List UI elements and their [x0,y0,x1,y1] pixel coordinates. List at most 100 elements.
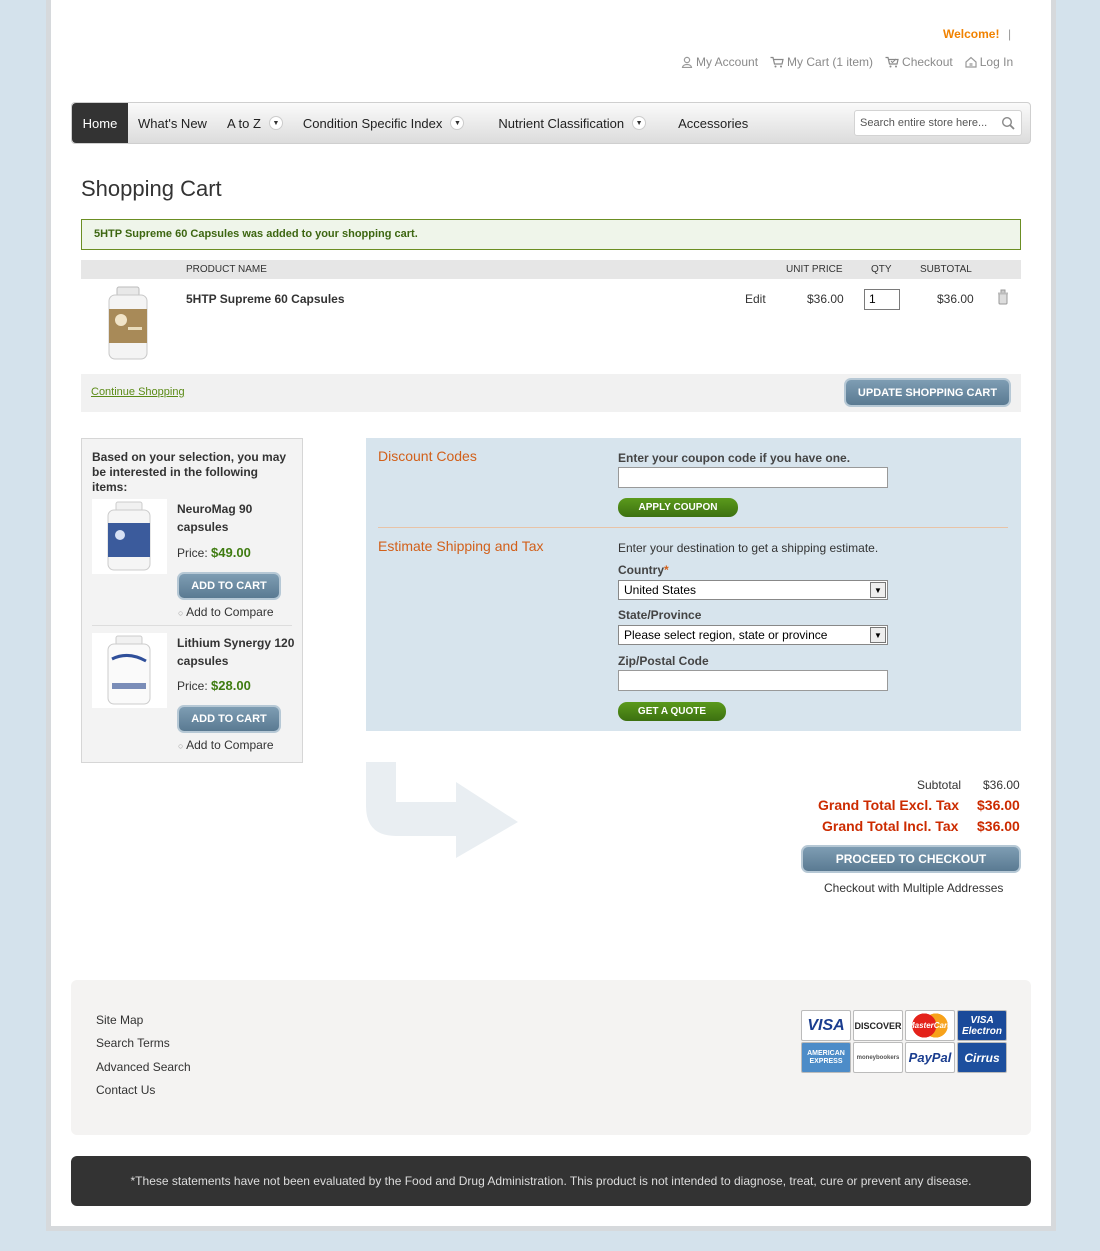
add-to-cart-button[interactable]: ADD TO CART [177,572,281,600]
visa-electron-icon: VISA Electron [957,1010,1007,1041]
region-value: Please select region, state or province [624,628,828,642]
checkout-link[interactable]: Checkout [885,55,953,69]
add-to-cart-button[interactable]: ADD TO CART [177,705,281,733]
add-to-compare-label: Add to Compare [186,738,274,752]
grand-total-incl-label: Grand Total Incl. Tax [822,818,959,834]
select-arrow-icon: ▼ [870,627,886,643]
nav-accessories[interactable]: Accessories [668,103,758,143]
footer-link-site-map[interactable]: Site Map [96,1013,143,1027]
nav-accessories-label: Accessories [678,115,749,131]
amex-icon: AMERICAN EXPRESS [801,1042,851,1073]
nav-home-label: Home [82,115,118,131]
country-select[interactable]: United States ▼ [618,580,888,600]
grand-total-incl-value: $36.00 [977,818,1020,834]
welcome-message: Welcome! [943,27,1000,41]
multiple-addresses-link[interactable]: Checkout with Multiple Addresses [824,881,1003,895]
coupon-input[interactable] [618,467,888,488]
section-divider [378,527,1008,528]
my-account-link[interactable]: My Account [681,55,758,69]
bullet-icon: ○ [178,741,184,751]
country-label-text: Country [618,563,664,577]
discount-codes-title: Discount Codes [378,448,477,464]
zip-input[interactable] [618,670,888,691]
arrow-graphic-icon [366,762,518,858]
page-container: Welcome! | My Account My Cart (1 item) C… [46,0,1056,1231]
apply-coupon-button[interactable]: APPLY COUPON [618,498,738,517]
subtotal-label: Subtotal [917,778,962,792]
search-placeholder: Search entire store here... [860,117,988,129]
cart-item-unit-price: $36.00 [807,292,844,306]
search-input[interactable]: Search entire store here... [854,110,1022,136]
crosssell-image-lithium[interactable] [92,633,167,708]
update-cart-button[interactable]: UPDATE SHOPPING CART [844,378,1011,407]
cart-icon [770,56,784,68]
paypal-icon: PayPal [905,1042,955,1073]
crosssell-price: Price: $28.00 [177,678,251,693]
login-label: Log In [979,55,1014,69]
cart-actions-bar: Continue Shopping UPDATE SHOPPING CART [81,374,1021,412]
add-to-compare-link[interactable]: ○ Add to Compare [178,605,274,619]
nav-nutrient-label: Nutrient Classification [498,115,625,131]
moneybookers-icon: moneybookers [853,1042,903,1073]
col-subtotal: SUBTOTAL [920,264,972,275]
dropdown-arrow-icon: ▼ [268,116,283,130]
shipping-intro: Enter your destination to get a shipping… [618,541,879,555]
crosssell-price: Price: $49.00 [177,545,251,560]
discount-shipping-box: Discount Codes Enter your coupon code if… [366,438,1021,731]
nav-nutrient-classification[interactable]: Nutrient Classification ▼ [488,103,656,143]
footer-link-search-terms[interactable]: Search Terms [96,1036,170,1050]
crosssell-name[interactable]: Lithium Synergy 120 capsules [177,634,295,670]
success-message: 5HTP Supreme 60 Capsules was added to yo… [81,219,1021,250]
col-product-name: PRODUCT NAME [186,264,267,275]
subtotal-value: $36.00 [983,778,1020,792]
estimate-shipping-title: Estimate Shipping and Tax [378,538,544,554]
fda-disclaimer: *These statements have not been evaluate… [71,1156,1031,1206]
my-account-label: My Account [696,55,759,69]
cart-table-header: PRODUCT NAME UNIT PRICE QTY SUBTOTAL [81,260,1021,279]
footer-link-advanced-search[interactable]: Advanced Search [96,1060,191,1074]
crosssell-image-neuromag[interactable] [92,499,167,574]
region-label: State/Province [618,608,702,622]
nav-a-to-z[interactable]: A to Z ▼ [217,103,293,143]
footer-link-contact-us[interactable]: Contact Us [96,1083,155,1097]
search-icon[interactable] [1001,116,1015,130]
country-value: United States [624,583,697,597]
nav-whats-new[interactable]: What's New [128,103,217,143]
continue-shopping-link[interactable]: Continue Shopping [91,386,185,398]
crosssell-box: Based on your selection, you may be inte… [81,438,303,763]
grand-total-excl-value: $36.00 [977,797,1020,813]
get-quote-button[interactable]: GET A QUOTE [618,702,726,721]
grand-total-excl-label: Grand Total Excl. Tax [818,797,960,813]
crosssell-name[interactable]: NeuroMag 90 capsules [177,500,295,536]
my-cart-label: My Cart (1 item) [787,55,874,69]
nav-home[interactable]: Home [72,103,128,143]
trash-icon[interactable] [995,289,1011,305]
col-qty: QTY [871,264,892,275]
region-select[interactable]: Please select region, state or province … [618,625,888,645]
cart-item-edit[interactable]: Edit [745,292,766,306]
my-cart-link[interactable]: My Cart (1 item) [770,55,873,69]
bullet-icon: ○ [178,608,184,618]
user-icon [681,56,693,68]
nav-whats-new-label: What's New [138,115,207,131]
product-image[interactable] [103,285,153,363]
cart-item-name[interactable]: 5HTP Supreme 60 Capsules [186,292,345,306]
header-separator: | [1008,27,1012,41]
price-value: $49.00 [211,545,251,560]
mastercard-icon: MasterCard [905,1010,955,1041]
qty-input[interactable]: 1 [864,289,900,310]
discover-card-icon: DISCOVER [853,1010,903,1041]
main-nav: Home What's New A to Z ▼ Condition Specif… [71,102,1031,144]
cirrus-icon: Cirrus [957,1042,1007,1073]
cart-item-subtotal: $36.00 [937,292,974,306]
select-arrow-icon: ▼ [870,582,886,598]
add-to-compare-link[interactable]: ○ Add to Compare [178,738,274,752]
proceed-to-checkout-button[interactable]: PROCEED TO CHECKOUT [801,845,1021,873]
visa-card-icon: VISA [801,1010,851,1041]
nav-condition-label: Condition Specific Index [302,115,443,131]
nav-condition-index[interactable]: Condition Specific Index ▼ [293,103,474,143]
login-link[interactable]: Log In [965,55,1013,69]
top-links: My Account My Cart (1 item) Checkout Log… [681,55,1013,69]
checkout-label: Checkout [902,55,953,69]
nav-a-to-z-label: A to Z [226,115,261,131]
